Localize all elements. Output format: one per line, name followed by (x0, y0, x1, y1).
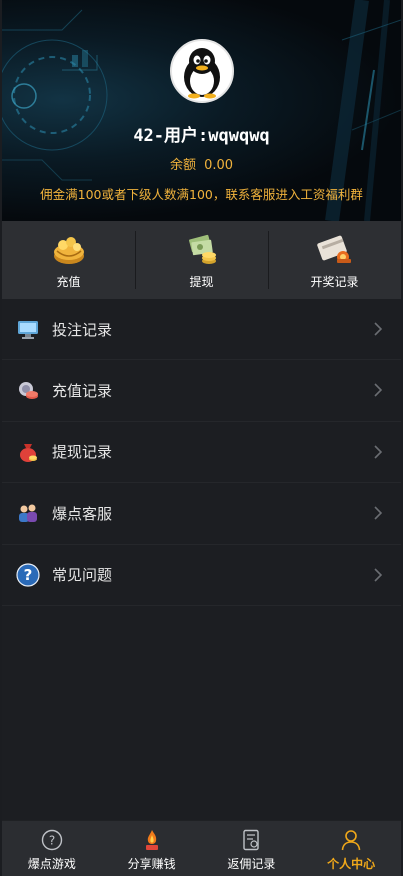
menu-item-label: 常见问题 (52, 566, 113, 585)
tab-commission[interactable]: 返佣记录 (202, 821, 302, 876)
notice-text: 佣金满100或者下级人数满100，联系客服进入工资福利群 (40, 187, 363, 202)
svg-text:?: ? (24, 566, 33, 584)
service-icon (19, 504, 37, 523)
coins-icon (19, 381, 38, 399)
menu-item-faq[interactable]: ? 常见问题 (2, 545, 401, 606)
chevron-right-icon (374, 383, 383, 397)
game-icon: ? (41, 829, 63, 851)
chevron-right-icon (374, 445, 383, 459)
penguin-avatar-icon (184, 48, 220, 99)
tab-label: 返佣记录 (227, 857, 276, 871)
tab-profile[interactable]: 个人中心 (301, 821, 401, 876)
avatar[interactable] (170, 39, 234, 103)
commission-icon (243, 829, 260, 851)
help-icon: ? (16, 563, 40, 587)
lottery-record-button[interactable]: 开奖记录 (268, 221, 401, 299)
tab-label: 爆点游戏 (27, 857, 76, 871)
lottery-record-label: 开奖记录 (310, 275, 359, 289)
quick-actions: 充值 提现 开奖记录 (2, 221, 401, 299)
svg-text:?: ? (49, 834, 55, 848)
menu-item-customer-service[interactable]: 爆点客服 (2, 483, 401, 545)
menu-list: 投注记录 充值记录 提现记录 爆点客服 ? 常见问题 (2, 299, 401, 606)
withdraw-button[interactable]: 提现 (135, 221, 268, 299)
tab-games[interactable]: ? 爆点游戏 (2, 821, 102, 876)
bottom-tab-bar: ? 爆点游戏 分享赚钱 返佣记录 个人中心 (2, 820, 401, 876)
recharge-button[interactable]: 充值 (2, 221, 135, 299)
chevron-right-icon (374, 506, 383, 520)
balance: 余额 0.00 (2, 154, 401, 173)
balance-label: 余额 (169, 158, 196, 173)
menu-item-recharge-records[interactable]: 充值记录 (2, 360, 401, 422)
withdraw-icon (188, 234, 216, 264)
tab-share[interactable]: 分享赚钱 (102, 821, 202, 876)
tab-label: 个人中心 (327, 857, 376, 871)
menu-item-label: 投注记录 (52, 320, 113, 339)
lottery-record-icon (316, 235, 351, 263)
money-bag-icon (20, 443, 37, 462)
recharge-icon (53, 237, 84, 264)
app-frame: 42-用户:wqwqwq 余额 0.00 佣金满100或者下级人数满100，联系… (2, 0, 401, 876)
chevron-right-icon (374, 567, 383, 582)
profile-header: 42-用户:wqwqwq 余额 0.00 佣金满100或者下级人数满100，联系… (2, 0, 401, 221)
withdraw-label: 提现 (189, 275, 214, 289)
menu-item-label: 充值记录 (52, 382, 113, 401)
menu-item-bet-records[interactable]: 投注记录 (2, 299, 401, 361)
menu-item-withdraw-records[interactable]: 提现记录 (2, 422, 401, 484)
chevron-right-icon (374, 322, 383, 336)
share-icon (145, 830, 158, 850)
user-icon (341, 830, 361, 851)
tab-label: 分享赚钱 (127, 857, 176, 871)
menu-item-label: 爆点客服 (52, 504, 113, 523)
balance-value: 0.00 (204, 158, 234, 173)
menu-item-label: 提现记录 (52, 443, 113, 462)
username: 42-用户:wqwqwq (133, 126, 270, 146)
monitor-icon (18, 321, 38, 340)
recharge-label: 充值 (56, 275, 81, 289)
